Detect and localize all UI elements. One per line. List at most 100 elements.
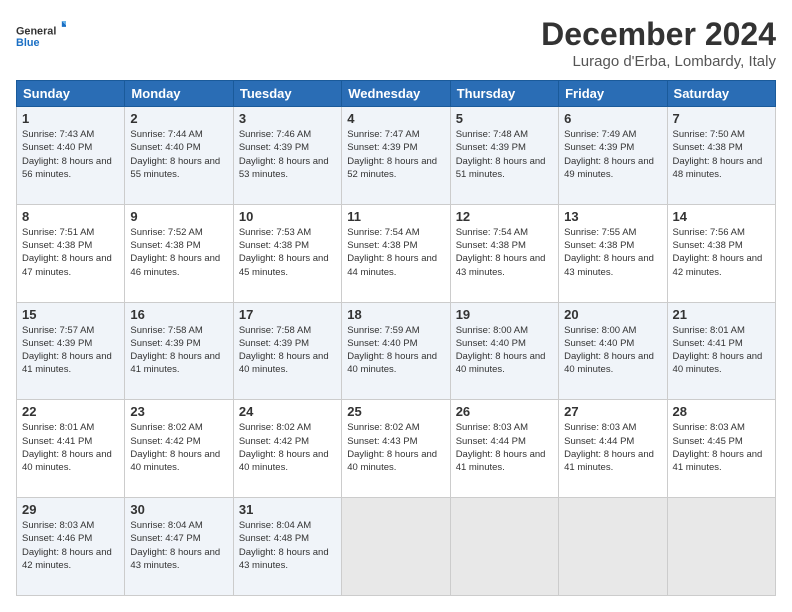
- sunrise: Sunrise: 7:46 AM: [239, 129, 311, 140]
- sunset: Sunset: 4:38 PM: [239, 240, 309, 251]
- calendar-table: SundayMondayTuesdayWednesdayThursdayFrid…: [16, 80, 776, 596]
- day-info: Sunrise: 7:58 AM Sunset: 4:39 PM Dayligh…: [239, 324, 336, 377]
- sunrise: Sunrise: 7:48 AM: [456, 129, 528, 140]
- daylight: Daylight: 8 hours and 42 minutes.: [22, 547, 112, 571]
- title-area: December 2024 Lurago d'Erba, Lombardy, I…: [541, 16, 776, 70]
- calendar-cell: 1 Sunrise: 7:43 AM Sunset: 4:40 PM Dayli…: [17, 107, 125, 205]
- calendar-cell: 7 Sunrise: 7:50 AM Sunset: 4:38 PM Dayli…: [667, 107, 775, 205]
- day-info: Sunrise: 8:03 AM Sunset: 4:44 PM Dayligh…: [456, 421, 553, 474]
- calendar-cell: [342, 498, 450, 596]
- calendar-cell: 17 Sunrise: 7:58 AM Sunset: 4:39 PM Dayl…: [233, 302, 341, 400]
- calendar-cell: 28 Sunrise: 8:03 AM Sunset: 4:45 PM Dayl…: [667, 400, 775, 498]
- day-number: 19: [456, 307, 553, 322]
- day-number: 13: [564, 209, 661, 224]
- sunset: Sunset: 4:38 PM: [130, 240, 200, 251]
- sunset: Sunset: 4:41 PM: [22, 436, 92, 447]
- daylight: Daylight: 8 hours and 40 minutes.: [239, 351, 329, 375]
- calendar-cell: 2 Sunrise: 7:44 AM Sunset: 4:40 PM Dayli…: [125, 107, 233, 205]
- day-number: 12: [456, 209, 553, 224]
- header-friday: Friday: [559, 81, 667, 107]
- day-number: 4: [347, 111, 444, 126]
- calendar-cell: 6 Sunrise: 7:49 AM Sunset: 4:39 PM Dayli…: [559, 107, 667, 205]
- day-info: Sunrise: 7:59 AM Sunset: 4:40 PM Dayligh…: [347, 324, 444, 377]
- day-number: 16: [130, 307, 227, 322]
- sunset: Sunset: 4:39 PM: [22, 338, 92, 349]
- calendar-cell: [559, 498, 667, 596]
- sunrise: Sunrise: 7:52 AM: [130, 227, 202, 238]
- sunset: Sunset: 4:40 PM: [22, 142, 92, 153]
- day-info: Sunrise: 7:44 AM Sunset: 4:40 PM Dayligh…: [130, 128, 227, 181]
- day-info: Sunrise: 7:52 AM Sunset: 4:38 PM Dayligh…: [130, 226, 227, 279]
- sunrise: Sunrise: 8:03 AM: [456, 422, 528, 433]
- sunset: Sunset: 4:47 PM: [130, 533, 200, 544]
- daylight: Daylight: 8 hours and 40 minutes.: [347, 351, 437, 375]
- day-info: Sunrise: 7:54 AM Sunset: 4:38 PM Dayligh…: [456, 226, 553, 279]
- day-number: 2: [130, 111, 227, 126]
- sunset: Sunset: 4:39 PM: [239, 142, 309, 153]
- daylight: Daylight: 8 hours and 40 minutes.: [564, 351, 654, 375]
- day-info: Sunrise: 8:03 AM Sunset: 4:44 PM Dayligh…: [564, 421, 661, 474]
- sunrise: Sunrise: 8:00 AM: [564, 325, 636, 336]
- daylight: Daylight: 8 hours and 53 minutes.: [239, 156, 329, 180]
- calendar-cell: 31 Sunrise: 8:04 AM Sunset: 4:48 PM Dayl…: [233, 498, 341, 596]
- day-number: 29: [22, 502, 119, 517]
- calendar-cell: 14 Sunrise: 7:56 AM Sunset: 4:38 PM Dayl…: [667, 204, 775, 302]
- daylight: Daylight: 8 hours and 52 minutes.: [347, 156, 437, 180]
- sunrise: Sunrise: 8:02 AM: [239, 422, 311, 433]
- day-info: Sunrise: 7:46 AM Sunset: 4:39 PM Dayligh…: [239, 128, 336, 181]
- day-info: Sunrise: 8:04 AM Sunset: 4:48 PM Dayligh…: [239, 519, 336, 572]
- day-info: Sunrise: 8:01 AM Sunset: 4:41 PM Dayligh…: [22, 421, 119, 474]
- logo-svg: General Blue: [16, 16, 66, 56]
- sunrise: Sunrise: 7:53 AM: [239, 227, 311, 238]
- day-info: Sunrise: 7:49 AM Sunset: 4:39 PM Dayligh…: [564, 128, 661, 181]
- day-info: Sunrise: 7:57 AM Sunset: 4:39 PM Dayligh…: [22, 324, 119, 377]
- sunset: Sunset: 4:42 PM: [239, 436, 309, 447]
- day-number: 17: [239, 307, 336, 322]
- sunrise: Sunrise: 8:03 AM: [673, 422, 745, 433]
- sunrise: Sunrise: 7:55 AM: [564, 227, 636, 238]
- day-number: 7: [673, 111, 770, 126]
- calendar-cell: 23 Sunrise: 8:02 AM Sunset: 4:42 PM Dayl…: [125, 400, 233, 498]
- daylight: Daylight: 8 hours and 40 minutes.: [130, 449, 220, 473]
- day-info: Sunrise: 8:02 AM Sunset: 4:42 PM Dayligh…: [239, 421, 336, 474]
- sunset: Sunset: 4:39 PM: [456, 142, 526, 153]
- sunrise: Sunrise: 7:54 AM: [347, 227, 419, 238]
- day-number: 18: [347, 307, 444, 322]
- header: General Blue December 2024 Lurago d'Erba…: [16, 16, 776, 70]
- sunrise: Sunrise: 7:59 AM: [347, 325, 419, 336]
- day-info: Sunrise: 8:02 AM Sunset: 4:43 PM Dayligh…: [347, 421, 444, 474]
- day-number: 5: [456, 111, 553, 126]
- sunrise: Sunrise: 7:56 AM: [673, 227, 745, 238]
- day-number: 10: [239, 209, 336, 224]
- day-number: 6: [564, 111, 661, 126]
- week-row-1: 1 Sunrise: 7:43 AM Sunset: 4:40 PM Dayli…: [17, 107, 776, 205]
- sunrise: Sunrise: 7:54 AM: [456, 227, 528, 238]
- week-row-5: 29 Sunrise: 8:03 AM Sunset: 4:46 PM Dayl…: [17, 498, 776, 596]
- sunrise: Sunrise: 8:02 AM: [130, 422, 202, 433]
- day-info: Sunrise: 7:48 AM Sunset: 4:39 PM Dayligh…: [456, 128, 553, 181]
- sunset: Sunset: 4:44 PM: [456, 436, 526, 447]
- calendar-cell: 15 Sunrise: 7:57 AM Sunset: 4:39 PM Dayl…: [17, 302, 125, 400]
- sunrise: Sunrise: 7:47 AM: [347, 129, 419, 140]
- day-info: Sunrise: 7:56 AM Sunset: 4:38 PM Dayligh…: [673, 226, 770, 279]
- day-number: 11: [347, 209, 444, 224]
- day-number: 9: [130, 209, 227, 224]
- day-number: 14: [673, 209, 770, 224]
- sunset: Sunset: 4:40 PM: [130, 142, 200, 153]
- header-thursday: Thursday: [450, 81, 558, 107]
- calendar-page: General Blue December 2024 Lurago d'Erba…: [0, 0, 792, 612]
- day-info: Sunrise: 8:01 AM Sunset: 4:41 PM Dayligh…: [673, 324, 770, 377]
- sunrise: Sunrise: 7:51 AM: [22, 227, 94, 238]
- header-wednesday: Wednesday: [342, 81, 450, 107]
- calendar-cell: 3 Sunrise: 7:46 AM Sunset: 4:39 PM Dayli…: [233, 107, 341, 205]
- daylight: Daylight: 8 hours and 40 minutes.: [22, 449, 112, 473]
- day-info: Sunrise: 8:03 AM Sunset: 4:45 PM Dayligh…: [673, 421, 770, 474]
- sunset: Sunset: 4:45 PM: [673, 436, 743, 447]
- calendar-cell: 11 Sunrise: 7:54 AM Sunset: 4:38 PM Dayl…: [342, 204, 450, 302]
- day-info: Sunrise: 8:00 AM Sunset: 4:40 PM Dayligh…: [456, 324, 553, 377]
- daylight: Daylight: 8 hours and 40 minutes.: [456, 351, 546, 375]
- calendar-cell: 12 Sunrise: 7:54 AM Sunset: 4:38 PM Dayl…: [450, 204, 558, 302]
- daylight: Daylight: 8 hours and 49 minutes.: [564, 156, 654, 180]
- sunrise: Sunrise: 7:58 AM: [239, 325, 311, 336]
- sunset: Sunset: 4:39 PM: [130, 338, 200, 349]
